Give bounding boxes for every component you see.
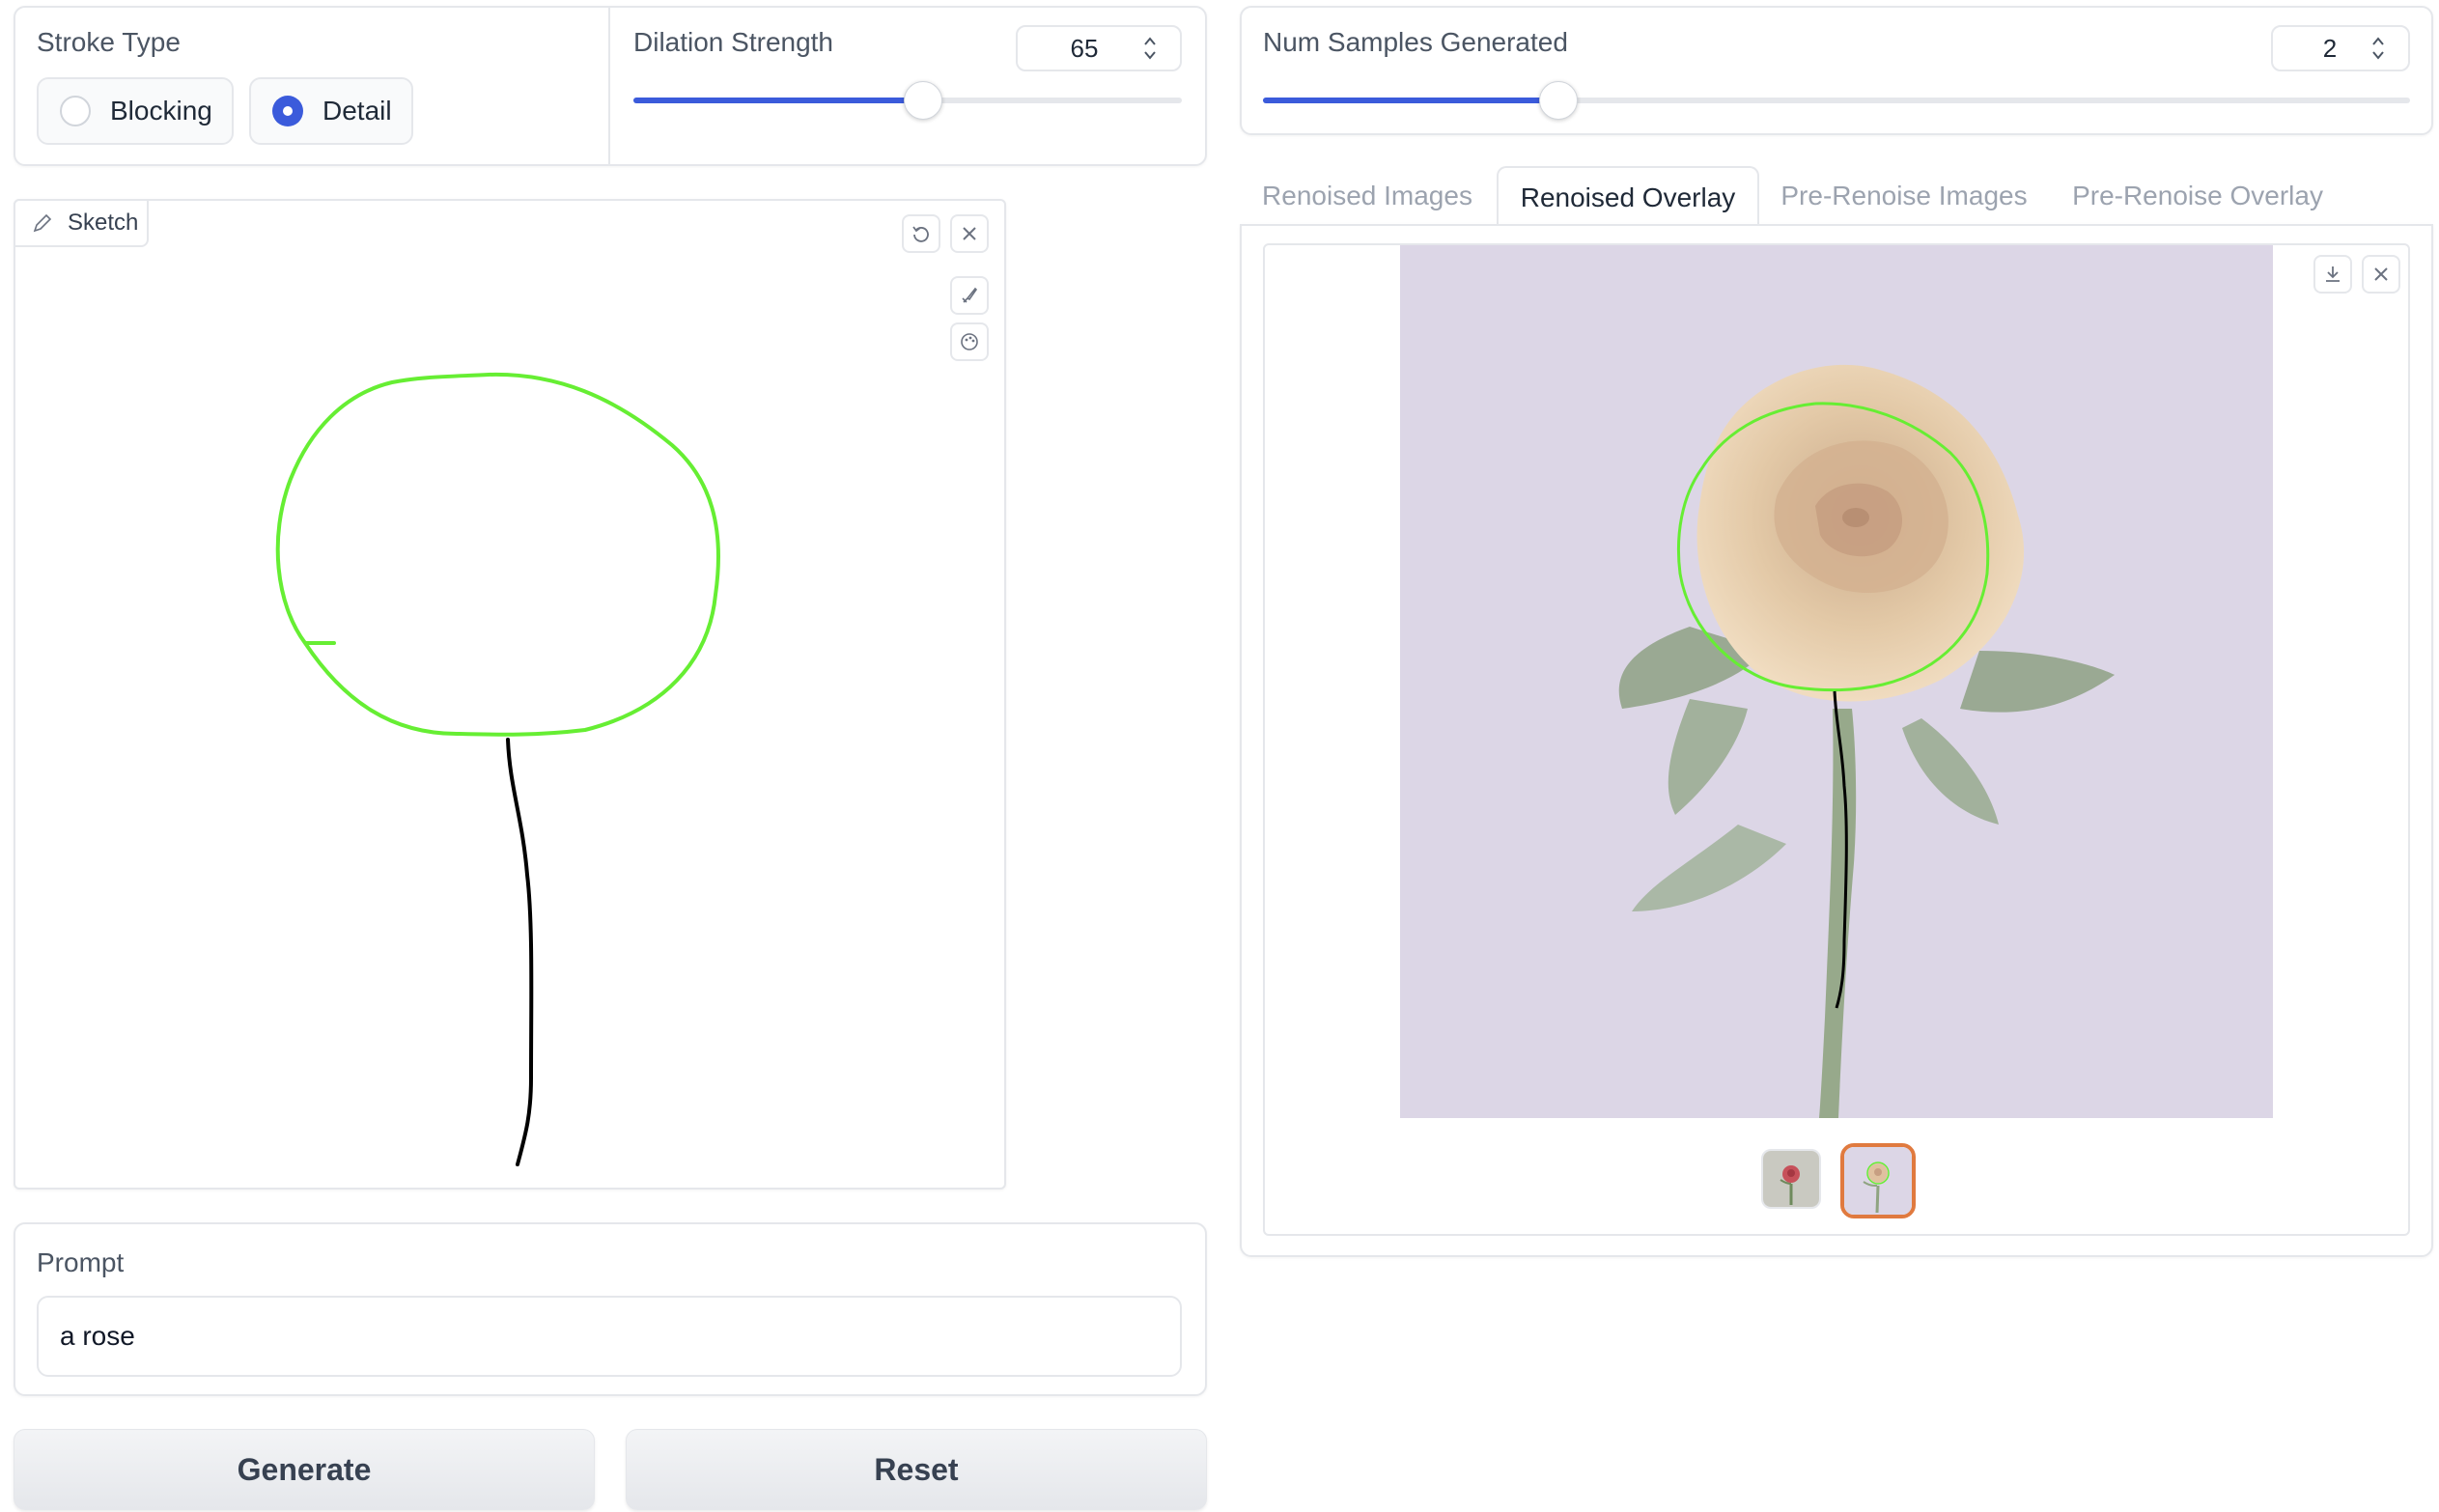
- dilation-value: 65: [1070, 33, 1099, 63]
- generated-rose-image: [1400, 245, 2273, 1118]
- reset-button[interactable]: Reset: [626, 1429, 1207, 1510]
- num-samples-number-input[interactable]: 2: [2271, 25, 2410, 71]
- tab-renoised-images[interactable]: Renoised Images: [1251, 166, 1483, 226]
- close-gallery-button[interactable]: [2362, 255, 2400, 294]
- gallery-thumbnail-2[interactable]: [1840, 1143, 1916, 1218]
- stroke-type-label: Stroke Type: [37, 27, 181, 57]
- rose-overlay-thumbnail-image: [1844, 1147, 1912, 1215]
- dilation-slider-fill: [633, 98, 919, 103]
- pencil-icon: [33, 213, 52, 233]
- num-samples-slider-handle[interactable]: [1539, 81, 1578, 120]
- tab-pre-renoise-images[interactable]: Pre-Renoise Images: [1773, 166, 2035, 226]
- num-samples-label: Num Samples Generated: [1263, 27, 1568, 57]
- close-icon: [963, 227, 976, 240]
- prompt-label: Prompt: [37, 1247, 125, 1277]
- sketch-tab-label: Sketch: [68, 210, 139, 236]
- sketch-circle-stroke: [275, 372, 720, 737]
- radio-blocking[interactable]: Blocking: [37, 77, 234, 145]
- undo-icon: [912, 226, 929, 242]
- generate-button[interactable]: Generate: [14, 1429, 595, 1510]
- gallery-thumbnail-1[interactable]: [1761, 1149, 1821, 1209]
- close-icon: [2374, 267, 2388, 281]
- radio-detail-label: Detail: [322, 96, 392, 126]
- num-samples-value: 2: [2322, 33, 2338, 63]
- radio-checked-icon: [272, 96, 303, 126]
- download-button[interactable]: [2313, 255, 2352, 294]
- dilation-stepper-icon[interactable]: [1141, 31, 1159, 66]
- panel-divider: [608, 8, 610, 164]
- num-samples-stepper-icon[interactable]: [2369, 31, 2387, 66]
- prompt-input[interactable]: [37, 1296, 1182, 1377]
- rose-thumbnail-image: [1763, 1151, 1819, 1207]
- download-icon: [2326, 266, 2340, 282]
- sketch-canvas[interactable]: [15, 247, 981, 1184]
- num-samples-panel: [1240, 6, 2433, 135]
- dilation-label: Dilation Strength: [633, 27, 834, 57]
- tab-pre-renoise-overlay[interactable]: Pre-Renoise Overlay: [2066, 166, 2329, 226]
- num-samples-slider-fill: [1263, 98, 1558, 103]
- dilation-slider-handle[interactable]: [904, 81, 942, 120]
- radio-unchecked-icon: [60, 96, 91, 126]
- sketch-stem-stroke: [506, 738, 534, 1166]
- sketch-tab[interactable]: Sketch: [14, 199, 149, 247]
- radio-detail[interactable]: Detail: [249, 77, 413, 145]
- radio-blocking-label: Blocking: [110, 96, 212, 126]
- tab-renoised-overlay[interactable]: Renoised Overlay: [1497, 166, 1759, 228]
